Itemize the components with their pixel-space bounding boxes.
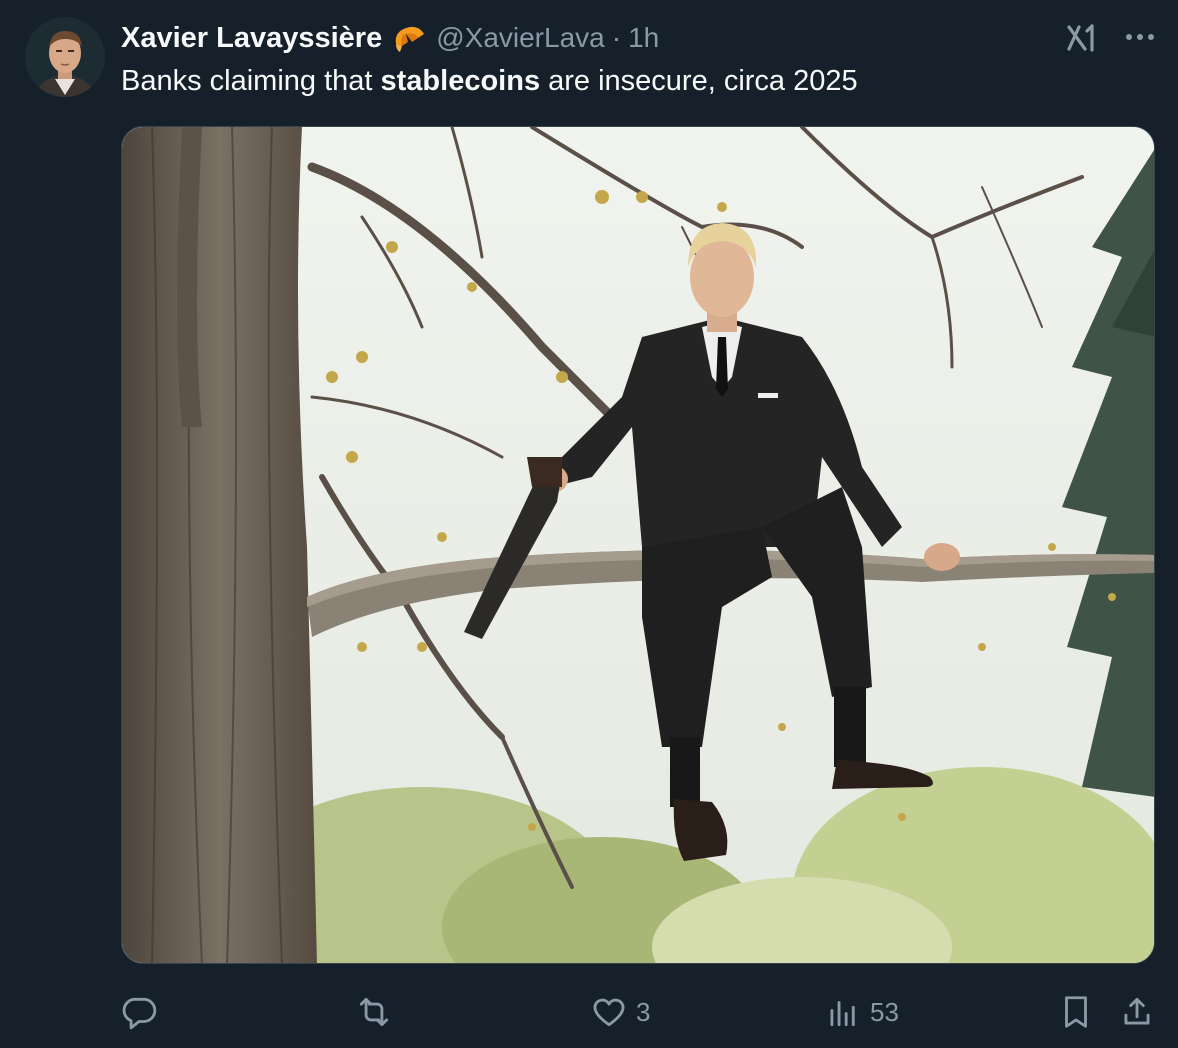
share-icon <box>1124 997 1150 1025</box>
bookmark-icon <box>1065 996 1087 1028</box>
grok-icon[interactable] <box>1066 22 1100 54</box>
views-button[interactable]: 53 <box>824 988 899 1036</box>
share-button[interactable] <box>1118 988 1156 1036</box>
author-avatar[interactable] <box>25 17 105 97</box>
like-button[interactable]: 3 <box>590 988 650 1036</box>
tweet-text-before: Banks claiming that <box>121 65 381 97</box>
like-count: 3 <box>636 996 651 1027</box>
media-image <box>122 127 1154 963</box>
author-display-name[interactable]: Xavier Lavayssière <box>121 22 382 55</box>
bookmark-button[interactable] <box>1057 988 1095 1036</box>
avatar-image <box>25 17 105 97</box>
tweet-timestamp[interactable]: 1h <box>628 22 659 54</box>
tweet-text-bold: stablecoins <box>380 65 541 97</box>
tweet-header: Xavier Lavayssière @XavierLava · 1h <box>121 18 659 58</box>
retweet-icon <box>359 997 389 1027</box>
views-icon <box>830 1001 855 1027</box>
heart-icon <box>593 998 625 1027</box>
views-count: 53 <box>870 996 899 1027</box>
tweet-text: Banks claiming that stablecoins are inse… <box>121 62 858 100</box>
reply-icon <box>122 997 157 1030</box>
more-options-icon[interactable] <box>1124 30 1156 44</box>
author-handle[interactable]: @XavierLava <box>436 22 605 54</box>
croissant-icon <box>392 20 428 56</box>
tweet-text-after: are insecure, circa 2025 <box>540 65 858 97</box>
tweet-media-photo[interactable] <box>121 126 1155 964</box>
header-separator: · <box>611 22 622 53</box>
tweet-action-bar: 3 53 <box>0 988 1178 1036</box>
retweet-button[interactable] <box>355 988 401 1036</box>
reply-button[interactable] <box>120 988 166 1036</box>
